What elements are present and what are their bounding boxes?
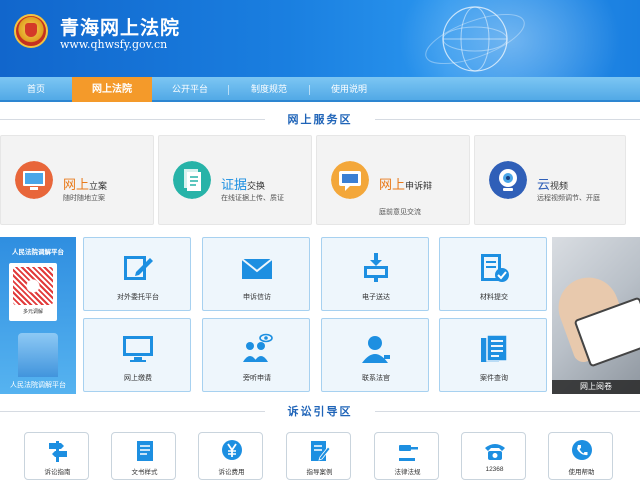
service-desc: 随时随地立案 [63, 195, 105, 202]
tile-case-query[interactable]: 案件查询 [439, 318, 547, 392]
guide-guiding-cases[interactable]: 指导案例 [286, 432, 351, 480]
audience-icon [243, 333, 273, 362]
court-emblem-icon [14, 14, 48, 48]
mediation-platform-banner[interactable]: 人民法院调解平台 多元调解 人民法院调解平台 [0, 237, 76, 394]
tile-label: 网上缴费 [124, 375, 152, 382]
nav-instructions[interactable]: 使用说明 [310, 77, 388, 102]
service-title: 证据交换 [221, 177, 266, 192]
service-card-evidence-exchange[interactable]: 证据交换 在线证据上传、质证 [158, 135, 312, 225]
document-icon [173, 161, 211, 199]
guide-label: 诉讼指南 [44, 469, 71, 476]
gavel-icon [399, 445, 418, 461]
monitor-icon [123, 336, 153, 362]
edit-icon [124, 256, 153, 280]
guide-usage-help[interactable]: 使用帮助 [548, 432, 613, 480]
qr-code-icon [13, 267, 53, 305]
tile-label: 电子送达 [362, 294, 390, 301]
file-search-icon [481, 334, 508, 362]
tile-label: 联系法官 [362, 375, 390, 382]
promo-figure [18, 333, 58, 377]
guide-document-templates[interactable]: 文书样式 [111, 432, 176, 480]
tile-petition-visit[interactable]: 申诉信访 [202, 237, 310, 311]
computer-icon [15, 161, 53, 199]
document-icon [137, 441, 153, 461]
yen-icon [222, 440, 242, 460]
service-card-online-filing[interactable]: 网上立案 随时随地立案 [0, 135, 154, 225]
guide-label: 法律法规 [394, 469, 421, 476]
header-banner: 青海网上法院 www.qhwsfy.gov.cn [0, 0, 640, 77]
service-section-header: 网上服务区 [0, 111, 640, 127]
tile-electronic-service[interactable]: 电子送达 [321, 237, 429, 311]
tile-contact-judge[interactable]: 联系法官 [321, 318, 429, 392]
tile-material-submission[interactable]: 材料提交 [439, 237, 547, 311]
service-title: 网上申诉辩 [379, 177, 433, 192]
promo-card-caption: 多元调解 [22, 309, 43, 315]
guide-laws-regulations[interactable]: 法律法规 [374, 432, 439, 480]
promo-title: 人民法院调解平台 [12, 249, 64, 256]
signpost-icon [49, 441, 67, 462]
nav-online-court[interactable]: 网上法院 [72, 77, 152, 102]
tile-label: 对外委托平台 [117, 294, 159, 301]
nav-home[interactable]: 首页 [0, 77, 72, 102]
site-title[interactable]: 青海网上法院 [60, 13, 180, 40]
chat-icon [331, 161, 369, 199]
nav-regulations[interactable]: 制度规范 [229, 77, 309, 102]
user-headset-icon [362, 336, 390, 363]
telephone-icon [485, 444, 505, 460]
tile-external-delegation[interactable]: 对外委托平台 [83, 237, 191, 311]
main-nav: 首页 网上法院 公开平台 制度规范 使用说明 [0, 77, 640, 102]
page: 青海网上法院 www.qhwsfy.gov.cn 首页 网上法院 公开平台 制度… [0, 0, 640, 481]
divider [375, 119, 640, 120]
guide-label: 诉讼费用 [218, 469, 245, 476]
download-screen-icon [364, 253, 388, 282]
service-card-cloud-video[interactable]: 云视频 远程视频调节、开庭 [474, 135, 626, 225]
service-title: 网上立案 [63, 177, 108, 192]
service-title: 云视频 [537, 177, 569, 192]
tile-label: 案件查询 [480, 375, 508, 382]
guide-label: 12368 [485, 466, 504, 473]
tile-label: 旁听申请 [243, 375, 271, 382]
tile-hearing-application[interactable]: 旁听申请 [202, 318, 310, 392]
mail-icon [241, 258, 273, 279]
guide-hotline-12368[interactable]: 12368 [461, 432, 526, 480]
tile-label: 申诉信访 [243, 294, 271, 301]
guide-section-header: 诉讼引导区 [0, 403, 640, 419]
online-file-review-banner[interactable]: 网上阅卷 [552, 237, 640, 394]
edit-document-icon [311, 441, 331, 461]
divider [375, 411, 640, 412]
webcam-icon [489, 161, 527, 199]
guide-label: 指导案例 [306, 469, 333, 476]
promo-footer: 人民法院调解平台 [10, 382, 66, 389]
nav-public-platform[interactable]: 公开平台 [152, 77, 228, 102]
tile-label: 材料提交 [480, 294, 508, 301]
tile-online-payment[interactable]: 网上缴费 [83, 318, 191, 392]
promo-label: 网上阅卷 [552, 380, 640, 394]
site-url: www.qhwsfy.gov.cn [60, 38, 168, 51]
guide-litigation-fees[interactable]: 诉讼费用 [198, 432, 263, 480]
guide-label: 文书样式 [131, 469, 158, 476]
service-card-online-appeal[interactable]: 网上申诉辩 庭前意见交流 [316, 135, 470, 225]
checklist-icon [481, 254, 509, 282]
guide-litigation-guide[interactable]: 诉讼指南 [24, 432, 89, 480]
service-desc: 远程视频调节、开庭 [537, 195, 600, 202]
guide-label: 使用帮助 [568, 469, 595, 476]
service-desc: 在线证据上传、质证 [221, 195, 284, 202]
phone-circle-icon [572, 440, 592, 460]
globe-icon [425, 6, 525, 72]
service-desc: 庭前意见交流 [379, 209, 421, 216]
